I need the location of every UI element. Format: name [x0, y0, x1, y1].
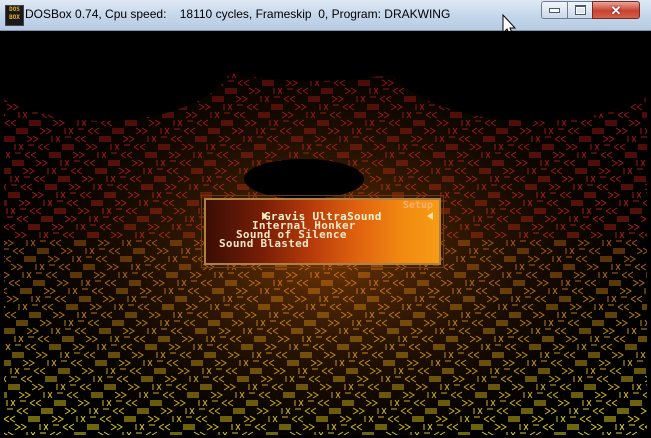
menu-option-sound-blasted[interactable]: Sound Blasted: [219, 237, 309, 250]
game-screen[interactable]: Setup Gravis UltraSound Internal Honker …: [4, 31, 647, 435]
minimize-icon: [549, 7, 560, 13]
maximize-icon: [574, 5, 586, 15]
menu-title: Setup: [402, 200, 433, 211]
dosbox-app-icon[interactable]: DOS BOX: [5, 5, 24, 26]
sound-setup-menu: Setup Gravis UltraSound Internal Honker …: [201, 195, 444, 268]
title-bar[interactable]: DOS BOX DOSBox 0.74, Cpu speed: 18110 cy…: [0, 0, 651, 31]
close-icon: ✕: [610, 2, 622, 18]
close-button[interactable]: ✕: [592, 1, 640, 19]
selection-arrow-right-icon: [427, 212, 433, 220]
dark-cloud: [244, 159, 364, 199]
dosbox-window: DOS BOX DOSBox 0.74, Cpu speed: 18110 cy…: [0, 0, 651, 438]
minimize-button[interactable]: [541, 1, 568, 19]
window-title: DOSBox 0.74, Cpu speed: 18110 cycles, Fr…: [25, 7, 451, 21]
maximize-button[interactable]: [567, 1, 593, 19]
